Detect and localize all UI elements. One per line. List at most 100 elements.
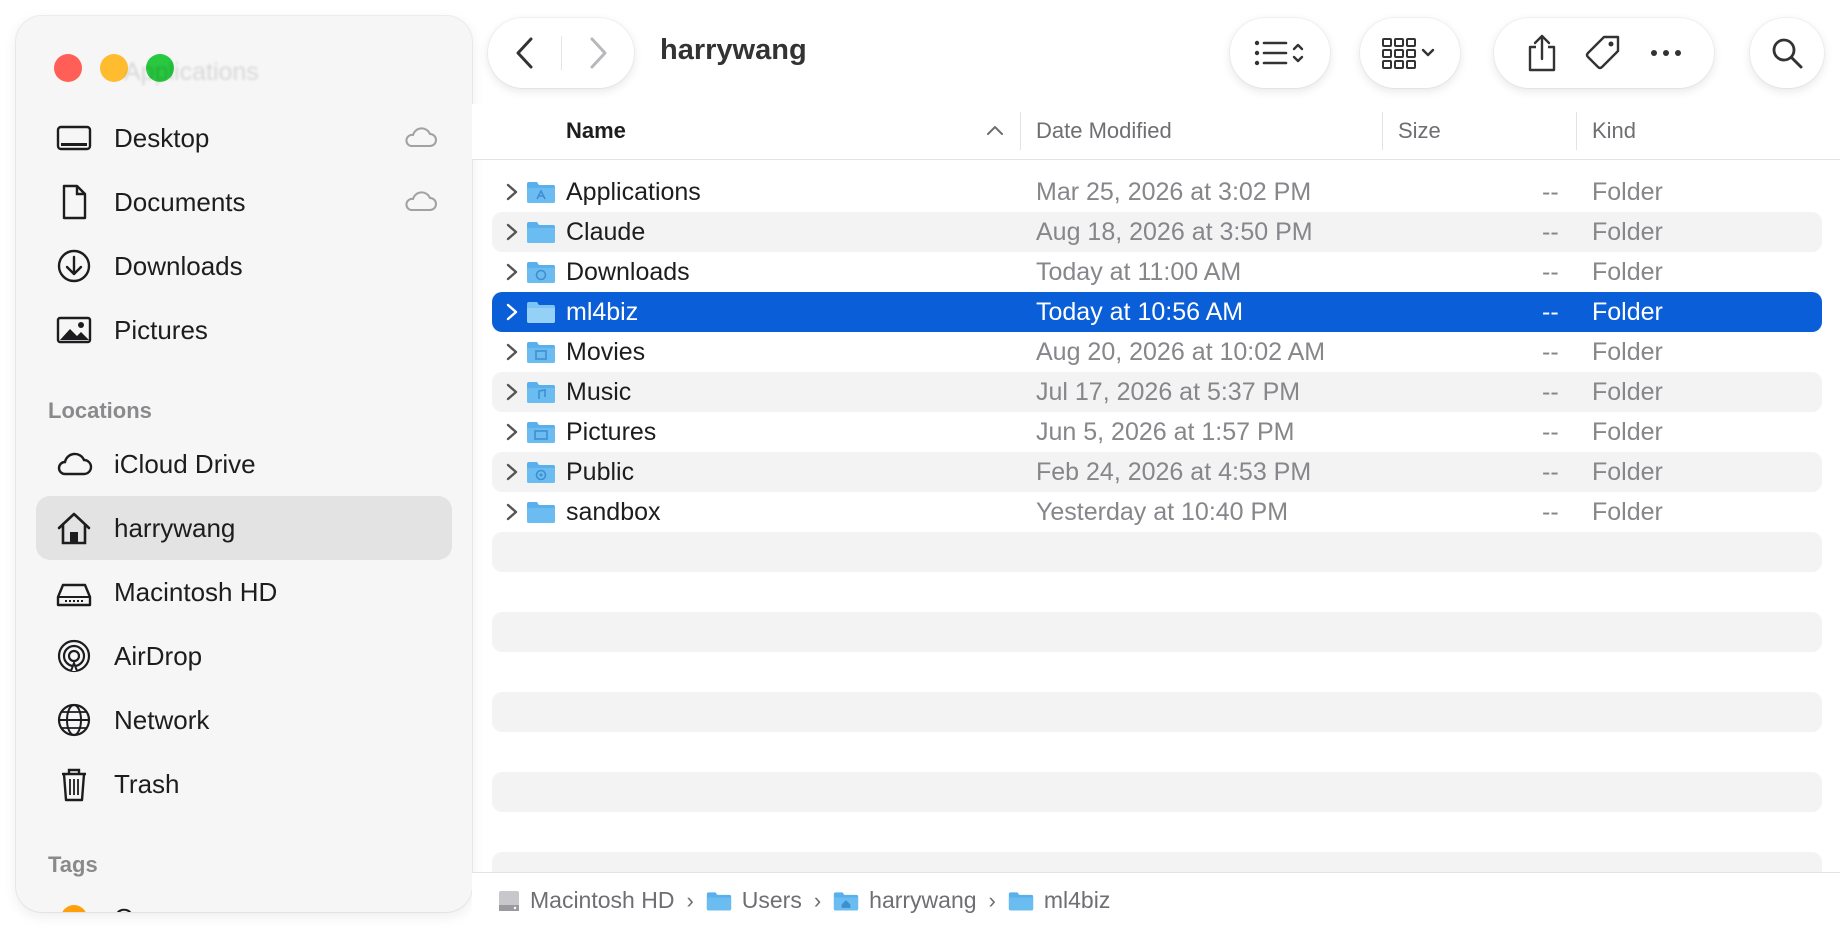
sidebar-item-icloud-drive[interactable]: iCloud Drive	[36, 432, 452, 496]
sidebar-item-tag-orange[interactable]: Orange	[36, 886, 452, 912]
music-folder-icon	[527, 382, 555, 403]
file-row-applications[interactable]: Applications Mar 25, 2026 at 3:02 PM -- …	[492, 172, 1822, 212]
file-kind: Folder	[1592, 257, 1663, 286]
sidebar-item-label: iCloud Drive	[114, 448, 256, 479]
sidebar-item-label: AirDrop	[114, 640, 203, 671]
folder-icon	[1008, 891, 1034, 911]
share-icon	[1528, 34, 1556, 72]
path-item-ml4biz[interactable]: ml4biz	[1008, 887, 1110, 914]
file-date: Yesterday at 10:40 PM	[1036, 497, 1289, 526]
home-icon	[54, 508, 94, 548]
toolbar: harrywang	[472, 0, 1840, 104]
path-separator-icon: ›	[813, 887, 822, 913]
sidebar-item-trash[interactable]: Trash	[36, 752, 452, 816]
folder-icon	[706, 891, 731, 911]
group-button[interactable]	[1360, 18, 1460, 88]
sidebar-item-desktop[interactable]: Desktop	[36, 106, 452, 170]
view-options-button[interactable]	[1230, 18, 1330, 88]
file-list: Applications Mar 25, 2026 at 3:02 PM -- …	[492, 172, 1822, 880]
airdrop-icon	[54, 636, 94, 676]
sidebar-item-documents[interactable]: Documents	[36, 170, 452, 234]
folder-icon	[527, 502, 555, 523]
disclosure-chevron-icon[interactable]	[504, 342, 520, 362]
disclosure-chevron-icon[interactable]	[504, 262, 520, 282]
file-size: --	[1542, 297, 1559, 326]
file-row-public[interactable]: Public Feb 24, 2026 at 4:53 PM -- Folder	[492, 452, 1822, 492]
file-size: --	[1542, 257, 1559, 286]
column-header-kind[interactable]: Kind	[1592, 118, 1636, 144]
sidebar-item-downloads[interactable]: Downloads	[36, 234, 452, 298]
sidebar-item-label: harrywang	[114, 512, 236, 543]
sidebar-item-airdrop[interactable]: AirDrop	[36, 624, 452, 688]
file-row-sandbox[interactable]: sandbox Yesterday at 10:40 PM -- Folder	[492, 492, 1822, 532]
folder-icon	[527, 222, 555, 243]
file-kind: Folder	[1592, 377, 1663, 406]
path-item-harrywang[interactable]: harrywang	[833, 887, 977, 914]
sidebar-item-network[interactable]: Network	[36, 688, 452, 752]
more-button[interactable]	[1650, 48, 1682, 58]
disclosure-chevron-icon[interactable]	[504, 422, 520, 442]
column-header-date-modified[interactable]: Date Modified	[1036, 118, 1172, 144]
file-row-claude[interactable]: Claude Aug 18, 2026 at 3:50 PM -- Folder	[492, 212, 1822, 252]
file-name: Applications	[566, 177, 701, 206]
empty-row	[492, 692, 1822, 732]
empty-row	[492, 772, 1822, 812]
movies-folder-icon	[527, 342, 555, 363]
divider	[560, 36, 562, 70]
folder-icon	[527, 302, 555, 323]
disclosure-chevron-icon[interactable]	[504, 382, 520, 402]
locations-header: Locations	[48, 398, 152, 423]
sidebar-item-label: Network	[114, 704, 210, 735]
file-row-pictures[interactable]: Pictures Jun 5, 2026 at 1:57 PM -- Folde…	[492, 412, 1822, 452]
navigation-group	[488, 18, 634, 88]
search-button[interactable]	[1750, 18, 1824, 88]
disclosure-chevron-icon[interactable]	[504, 222, 520, 242]
sidebar-item-pictures[interactable]: Pictures	[36, 298, 452, 362]
column-divider[interactable]	[1382, 112, 1383, 150]
path-item-macintosh-hd[interactable]: Macintosh HD	[498, 887, 674, 914]
file-kind: Folder	[1592, 417, 1663, 446]
column-header-size[interactable]: Size	[1398, 118, 1441, 144]
column-divider[interactable]	[1020, 112, 1021, 150]
sidebar-item-label: Documents	[114, 186, 246, 217]
share-button[interactable]	[1526, 33, 1558, 73]
sidebar-item-label: Pictures	[114, 314, 208, 345]
disclosure-chevron-icon[interactable]	[504, 182, 520, 202]
public-folder-icon	[527, 462, 555, 483]
file-name: ml4biz	[566, 297, 639, 326]
actions-group	[1494, 18, 1714, 88]
path-item-users[interactable]: Users	[706, 887, 802, 914]
file-kind: Folder	[1592, 457, 1663, 486]
sidebar-item-macintosh-hd[interactable]: Macintosh HD	[36, 560, 452, 624]
tag-button[interactable]	[1584, 33, 1624, 73]
grid-icon	[1381, 36, 1439, 70]
column-divider[interactable]	[1576, 112, 1577, 150]
forward-button[interactable]	[576, 31, 620, 75]
file-row-movies[interactable]: Movies Aug 20, 2026 at 10:02 AM -- Folde…	[492, 332, 1822, 372]
disclosure-chevron-icon[interactable]	[504, 462, 520, 482]
sidebar-item-label: Trash	[114, 768, 180, 799]
file-row-downloads[interactable]: Downloads Today at 11:00 AM -- Folder	[492, 252, 1822, 292]
cloud-icon	[54, 444, 94, 484]
file-kind: Folder	[1592, 497, 1663, 526]
file-name: Movies	[566, 337, 646, 366]
back-button[interactable]	[503, 31, 547, 75]
finder-window: Applications Desktop Documents Downloads…	[0, 0, 1840, 928]
cloud-icon	[405, 127, 437, 147]
tag-icon	[1585, 35, 1620, 70]
disclosure-chevron-icon[interactable]	[504, 502, 520, 522]
column-header-name[interactable]: Name	[566, 118, 626, 144]
sidebar-item-label: Downloads	[114, 250, 243, 281]
file-size: --	[1542, 177, 1559, 206]
disclosure-chevron-icon[interactable]	[504, 302, 520, 322]
close-button[interactable]	[54, 54, 82, 82]
file-kind: Folder	[1592, 337, 1663, 366]
chevron-left-icon	[516, 37, 532, 69]
sidebar-item-harrywang[interactable]: harrywang	[36, 496, 452, 560]
file-row-ml4biz[interactable]: ml4biz Today at 10:56 AM -- Folder	[492, 292, 1822, 332]
empty-row	[492, 612, 1822, 652]
document-icon	[54, 182, 94, 222]
sidebar-item-label: Desktop	[114, 122, 210, 153]
chevron-right-icon	[590, 37, 606, 69]
file-row-music[interactable]: Music Jul 17, 2026 at 5:37 PM -- Folder	[492, 372, 1822, 412]
